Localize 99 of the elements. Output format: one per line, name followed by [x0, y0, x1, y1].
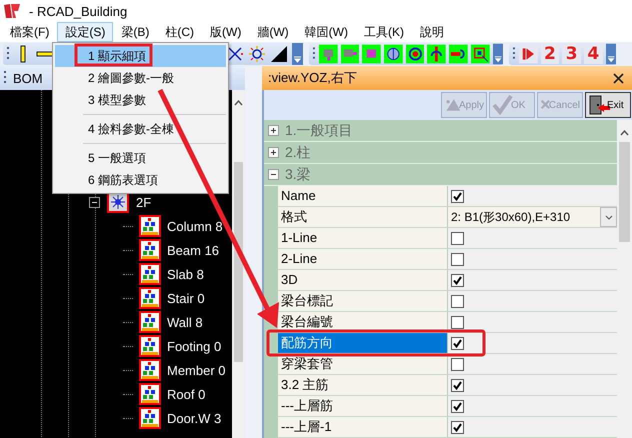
menu-item[interactable]: 3 模型參數 — [55, 89, 226, 111]
square-icon[interactable] — [362, 44, 382, 64]
pane-splitter[interactable] — [245, 66, 262, 438]
checkbox[interactable] — [451, 336, 464, 350]
menu-item[interactable]: 5 一般選項 — [55, 147, 226, 169]
menu-item[interactable]: 工具(K) — [356, 22, 412, 42]
triangle-icon[interactable] — [270, 45, 288, 63]
property-label[interactable]: 格式 — [278, 207, 448, 228]
menu-item[interactable]: 柱(C) — [157, 22, 202, 42]
target-icon[interactable] — [406, 44, 424, 64]
tree-item[interactable]: Stair 0 — [167, 290, 205, 306]
floor-icon[interactable] — [107, 191, 129, 213]
hierarchy-icon[interactable] — [139, 215, 161, 237]
menu-item[interactable]: 檔案(F) — [2, 22, 58, 42]
checkmark-icon — [453, 422, 462, 432]
property-label[interactable]: 3D — [278, 270, 448, 291]
menu-item[interactable]: 設定(S) — [57, 22, 114, 42]
menu-item[interactable]: 版(W) — [202, 22, 250, 42]
sun-icon[interactable] — [248, 45, 266, 63]
number-button[interactable]: 2 — [540, 44, 560, 64]
menu-item[interactable]: 4 撿料參數-全棟 — [55, 118, 226, 140]
checkbox[interactable] — [451, 190, 464, 202]
tree-item[interactable]: Column 8 — [167, 218, 223, 234]
checkmark-icon — [453, 338, 462, 348]
checkbox[interactable] — [451, 400, 464, 412]
scroll-thumb[interactable] — [619, 142, 630, 242]
hierarchy-icon[interactable] — [139, 359, 161, 381]
scroll-thumb[interactable] — [234, 162, 243, 362]
checkbox[interactable] — [451, 294, 464, 308]
property-label[interactable]: 配筋方向 — [278, 333, 448, 354]
panel-title: BOM — [13, 70, 43, 86]
block-icon[interactable] — [340, 44, 360, 64]
property-label[interactable]: ---上層筋 — [278, 396, 448, 417]
checkbox[interactable] — [451, 316, 464, 328]
tree-item[interactable]: Slab 8 — [167, 266, 204, 282]
checkbox[interactable] — [451, 232, 464, 244]
tree-item[interactable]: Footing 0 — [167, 338, 222, 354]
dialog-button[interactable]: Exit — [585, 92, 631, 118]
checkbox[interactable] — [451, 420, 464, 434]
toolbar-overflow-icon[interactable] — [492, 43, 503, 65]
menu-item[interactable]: 說明 — [412, 22, 452, 42]
rebar-icon[interactable] — [427, 44, 446, 64]
checkmark-icon — [453, 192, 462, 200]
toolbar-grip-icon — [7, 46, 10, 62]
checkmark-icon — [453, 402, 462, 410]
dropdown-button[interactable] — [600, 207, 617, 227]
menu-item[interactable]: 牆(W) — [249, 22, 297, 42]
tree-item[interactable]: Roof 0 — [167, 386, 206, 402]
checkbox[interactable] — [451, 378, 464, 392]
hierarchy-icon[interactable] — [139, 287, 161, 309]
menu-item[interactable]: 韓固(W) — [296, 22, 356, 42]
number-button[interactable]: 3 — [562, 44, 581, 64]
expand-icon[interactable] — [268, 147, 279, 158]
scrollbar[interactable] — [617, 120, 632, 438]
expand-icon[interactable] — [268, 125, 279, 136]
hook-icon[interactable] — [449, 44, 468, 64]
scroll-up-icon[interactable] — [234, 100, 243, 106]
collapse-icon[interactable] — [89, 196, 100, 208]
hierarchy-icon[interactable] — [139, 383, 161, 405]
toolbar-overflow-icon[interactable] — [292, 43, 303, 65]
toolbar-overflow-icon[interactable] — [606, 43, 616, 65]
menu-item[interactable]: 6 鋼筋表選項 — [55, 169, 226, 191]
number-button[interactable]: 4 — [584, 44, 603, 64]
checkbox[interactable] — [451, 274, 464, 286]
hierarchy-icon[interactable] — [139, 407, 161, 429]
checkbox[interactable] — [451, 252, 464, 266]
zoom-icon[interactable] — [470, 44, 490, 64]
chevron-down-icon — [604, 214, 612, 220]
window-title: - RCAD_Building — [29, 4, 128, 18]
app-logo-icon — [3, 3, 21, 19]
hierarchy-icon[interactable] — [139, 335, 161, 357]
property-label[interactable]: 3.2 主筋 — [278, 375, 448, 396]
close-icon[interactable] — [613, 72, 624, 84]
tree-item[interactable]: Beam 16 — [167, 242, 220, 258]
block-icon[interactable] — [318, 44, 338, 64]
property-label[interactable]: ---上層-1 — [278, 417, 448, 438]
menu-item[interactable]: 2 繪圖參數-一般 — [55, 67, 226, 89]
hierarchy-icon[interactable] — [139, 239, 161, 261]
tree-item[interactable]: Member 0 — [167, 362, 226, 378]
property-label[interactable]: Name — [278, 186, 448, 207]
menu-item[interactable]: 梁(B) — [113, 22, 158, 42]
cross-icon[interactable] — [226, 45, 244, 63]
scroll-up-icon[interactable] — [620, 130, 629, 136]
toolbar-grip-icon — [4, 70, 7, 86]
checkbox[interactable] — [451, 358, 464, 370]
scrollbar[interactable] — [232, 90, 245, 438]
tree-item[interactable]: Wall 8 — [167, 314, 203, 330]
panel-title: :view.YOZ,右下 — [268, 69, 357, 87]
tree-item[interactable]: 2F — [136, 194, 152, 210]
hierarchy-icon[interactable] — [139, 311, 161, 333]
property-label[interactable]: 梁台標記 — [278, 291, 448, 312]
property-label[interactable]: 1-Line — [278, 228, 448, 249]
checkmark-icon — [453, 276, 462, 284]
collapse-icon[interactable] — [268, 169, 279, 180]
checkmark-icon — [453, 380, 462, 390]
play-icon[interactable] — [518, 44, 538, 64]
hierarchy-icon[interactable] — [139, 263, 161, 285]
tree-item[interactable]: Door.W 3 — [167, 410, 222, 426]
property-label[interactable]: 2-Line — [278, 249, 448, 270]
